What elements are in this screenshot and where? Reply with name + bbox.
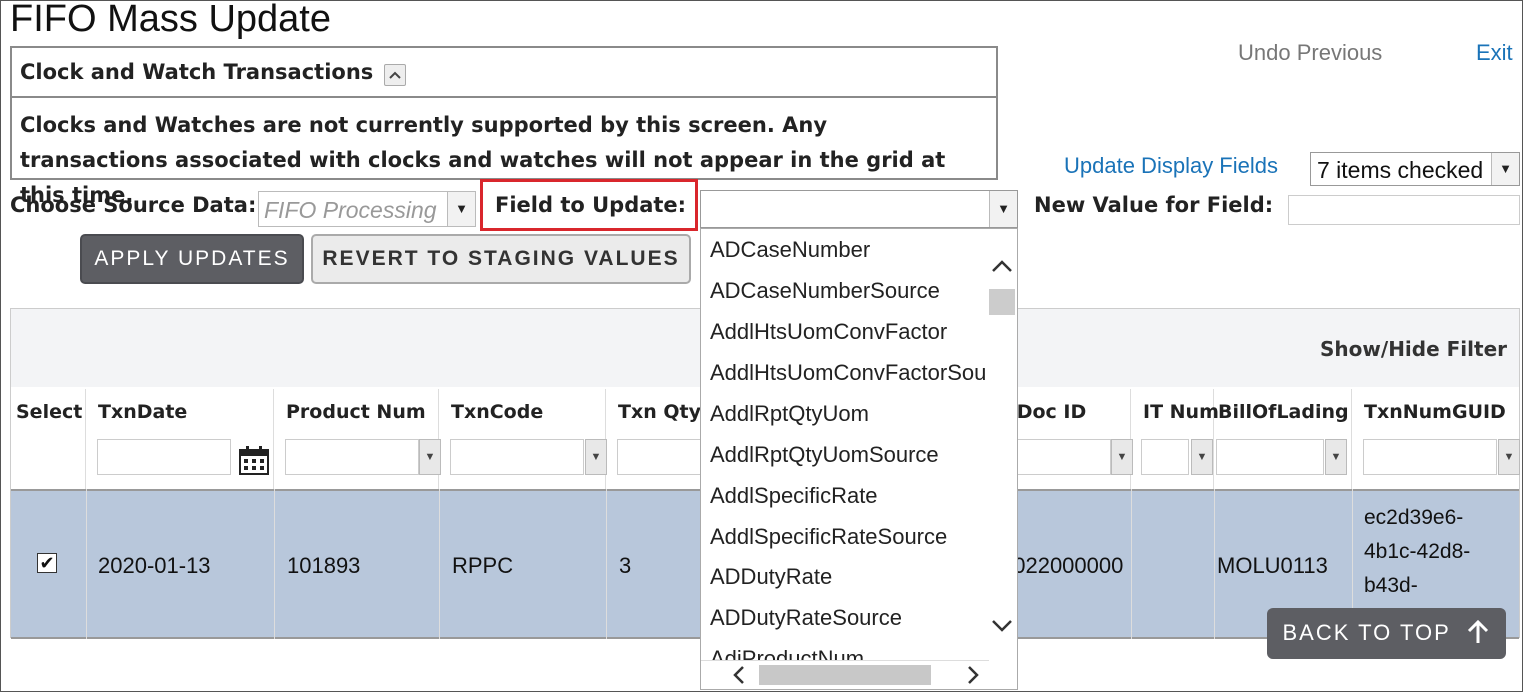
scrollbar-thumb[interactable] — [989, 289, 1015, 315]
display-fields-value: 7 items checked — [1317, 157, 1484, 183]
new-value-input[interactable] — [1288, 195, 1520, 225]
field-to-update-highlight: Field to Update: — [480, 179, 698, 231]
scrollbar-thumb[interactable] — [759, 665, 931, 685]
dropdown-horizontal-scrollbar[interactable] — [701, 660, 989, 689]
chevron-up-icon[interactable] — [987, 255, 1017, 279]
guid-line: ec2d39e6- — [1364, 506, 1464, 529]
column-header-label: Txn Qty — [618, 401, 701, 423]
source-data-select[interactable]: FIFO Processing ▼ — [258, 191, 476, 227]
column-divider — [1214, 489, 1215, 639]
field-to-update-select[interactable]: ▼ — [700, 190, 1018, 228]
column-header-label: BillOfLading — [1218, 401, 1349, 423]
revert-to-staging-button[interactable]: REVERT TO STAGING VALUES — [311, 234, 691, 284]
cell-doc-id-clip: 0022000000 — [1001, 491, 1131, 637]
dropdown-option[interactable]: ADDutyRateSource — [710, 605, 902, 631]
display-fields-select[interactable]: 7 items checked ▼ — [1310, 152, 1520, 186]
caret-down-icon[interactable]: ▼ — [447, 192, 475, 226]
filter-input-txnnumguid[interactable] — [1363, 439, 1497, 475]
cell-txndate: 2020-01-13 — [98, 553, 211, 578]
column-header-label: Product Num — [286, 401, 426, 423]
column-divider — [1131, 489, 1132, 639]
page-title: FIFO Mass Update — [10, 0, 331, 40]
arrow-up-icon — [1467, 619, 1488, 643]
back-to-top-button[interactable]: BACK TO TOP — [1267, 608, 1506, 659]
chevron-down-icon[interactable] — [987, 613, 1017, 637]
cell-product-num: 101893 — [287, 553, 361, 578]
collapse-button[interactable] — [384, 64, 406, 86]
show-hide-filter-link[interactable]: Show/Hide Filter — [1320, 337, 1507, 361]
guid-line: b43d- — [1364, 574, 1418, 597]
column-header-label: TxnDate — [98, 401, 188, 423]
filter-input-txndate[interactable] — [97, 439, 231, 475]
new-value-label: New Value for Field: — [1034, 193, 1274, 217]
filter-icon[interactable]: ▼ — [1498, 439, 1520, 475]
column-header-label: TxnNumGUID — [1364, 401, 1506, 423]
dropdown-option[interactable]: ADCaseNumberSource — [710, 278, 940, 304]
notice-header: Clock and Watch Transactions — [12, 48, 996, 98]
column-header-label: TxnCode — [451, 401, 544, 423]
dropdown-option[interactable]: ADCaseNumber — [710, 237, 870, 263]
chevron-right-icon[interactable] — [961, 661, 985, 689]
caret-down-icon[interactable]: ▼ — [1491, 153, 1519, 185]
dropdown-option[interactable]: ADDutyRate — [710, 564, 832, 590]
field-to-update-label: Field to Update: — [495, 193, 687, 217]
cell-txncode: RPPC — [452, 553, 514, 578]
dropdown-option[interactable]: AddlHtsUomConvFactorSource — [710, 360, 1017, 386]
clock-watch-notice-panel: Clock and Watch Transactions Clocks and … — [10, 46, 998, 207]
column-divider — [274, 489, 275, 639]
update-display-fields-link[interactable]: Update Display Fields — [1064, 153, 1278, 179]
cell-txn-qty: 3 — [619, 553, 632, 578]
filter-input-it-num[interactable] — [1141, 439, 1189, 475]
column-divider — [439, 489, 440, 639]
filter-icon[interactable]: ▼ — [585, 439, 607, 475]
filter-icon[interactable]: ▼ — [1325, 439, 1347, 475]
caret-down-icon[interactable]: ▼ — [989, 191, 1017, 227]
filter-input-bill-of-lading[interactable] — [1216, 439, 1324, 475]
notice-title: Clock and Watch Transactions — [20, 60, 374, 84]
calendar-icon[interactable] — [238, 444, 270, 476]
back-to-top-label: BACK TO TOP — [1282, 620, 1451, 645]
row-select-checkbox[interactable]: ✔ — [37, 553, 57, 573]
dropdown-vertical-scrollbar[interactable] — [987, 229, 1017, 663]
filter-input-doc-id[interactable] — [1011, 439, 1111, 475]
filter-input-txncode[interactable] — [450, 439, 584, 475]
filter-icon[interactable]: ▼ — [419, 439, 441, 475]
column-header-select[interactable]: Select — [11, 389, 86, 489]
column-divider — [606, 489, 607, 639]
field-to-update-dropdown-list[interactable]: ADCaseNumber ADCaseNumberSource AddlHtsU… — [700, 228, 1018, 690]
filter-input-product-num[interactable] — [285, 439, 419, 475]
dropdown-option[interactable]: AddlHtsUomConvFactor — [710, 319, 947, 345]
filter-icon[interactable]: ▼ — [1111, 439, 1133, 475]
dropdown-option[interactable]: AddlSpecificRate — [710, 483, 878, 509]
filter-input-txn-qty[interactable] — [617, 439, 701, 475]
column-header-label: Select — [16, 401, 83, 423]
filter-icon[interactable]: ▼ — [1191, 439, 1213, 475]
source-data-value: FIFO Processing — [264, 197, 437, 223]
guid-line: 4b1c-42d8- — [1364, 540, 1471, 563]
exit-link[interactable]: Exit — [1476, 40, 1513, 66]
source-data-label: Choose Source Data: — [10, 193, 257, 217]
chevron-left-icon[interactable] — [727, 661, 751, 689]
dropdown-option[interactable]: AddlRptQtyUom — [710, 401, 869, 427]
column-divider — [86, 489, 87, 639]
cell-doc-id: 0022000000 — [1001, 553, 1124, 578]
apply-updates-button[interactable]: APPLY UPDATES — [80, 234, 304, 284]
dropdown-option[interactable]: AddlRptQtyUomSource — [710, 442, 939, 468]
column-header-label: IT Num — [1143, 401, 1219, 423]
cell-bill-of-lading: MOLU0113 — [1217, 553, 1328, 578]
dropdown-option[interactable]: AddlSpecificRateSource — [710, 524, 947, 550]
undo-previous-link[interactable]: Undo Previous — [1238, 40, 1382, 66]
chevron-up-icon — [389, 71, 401, 79]
